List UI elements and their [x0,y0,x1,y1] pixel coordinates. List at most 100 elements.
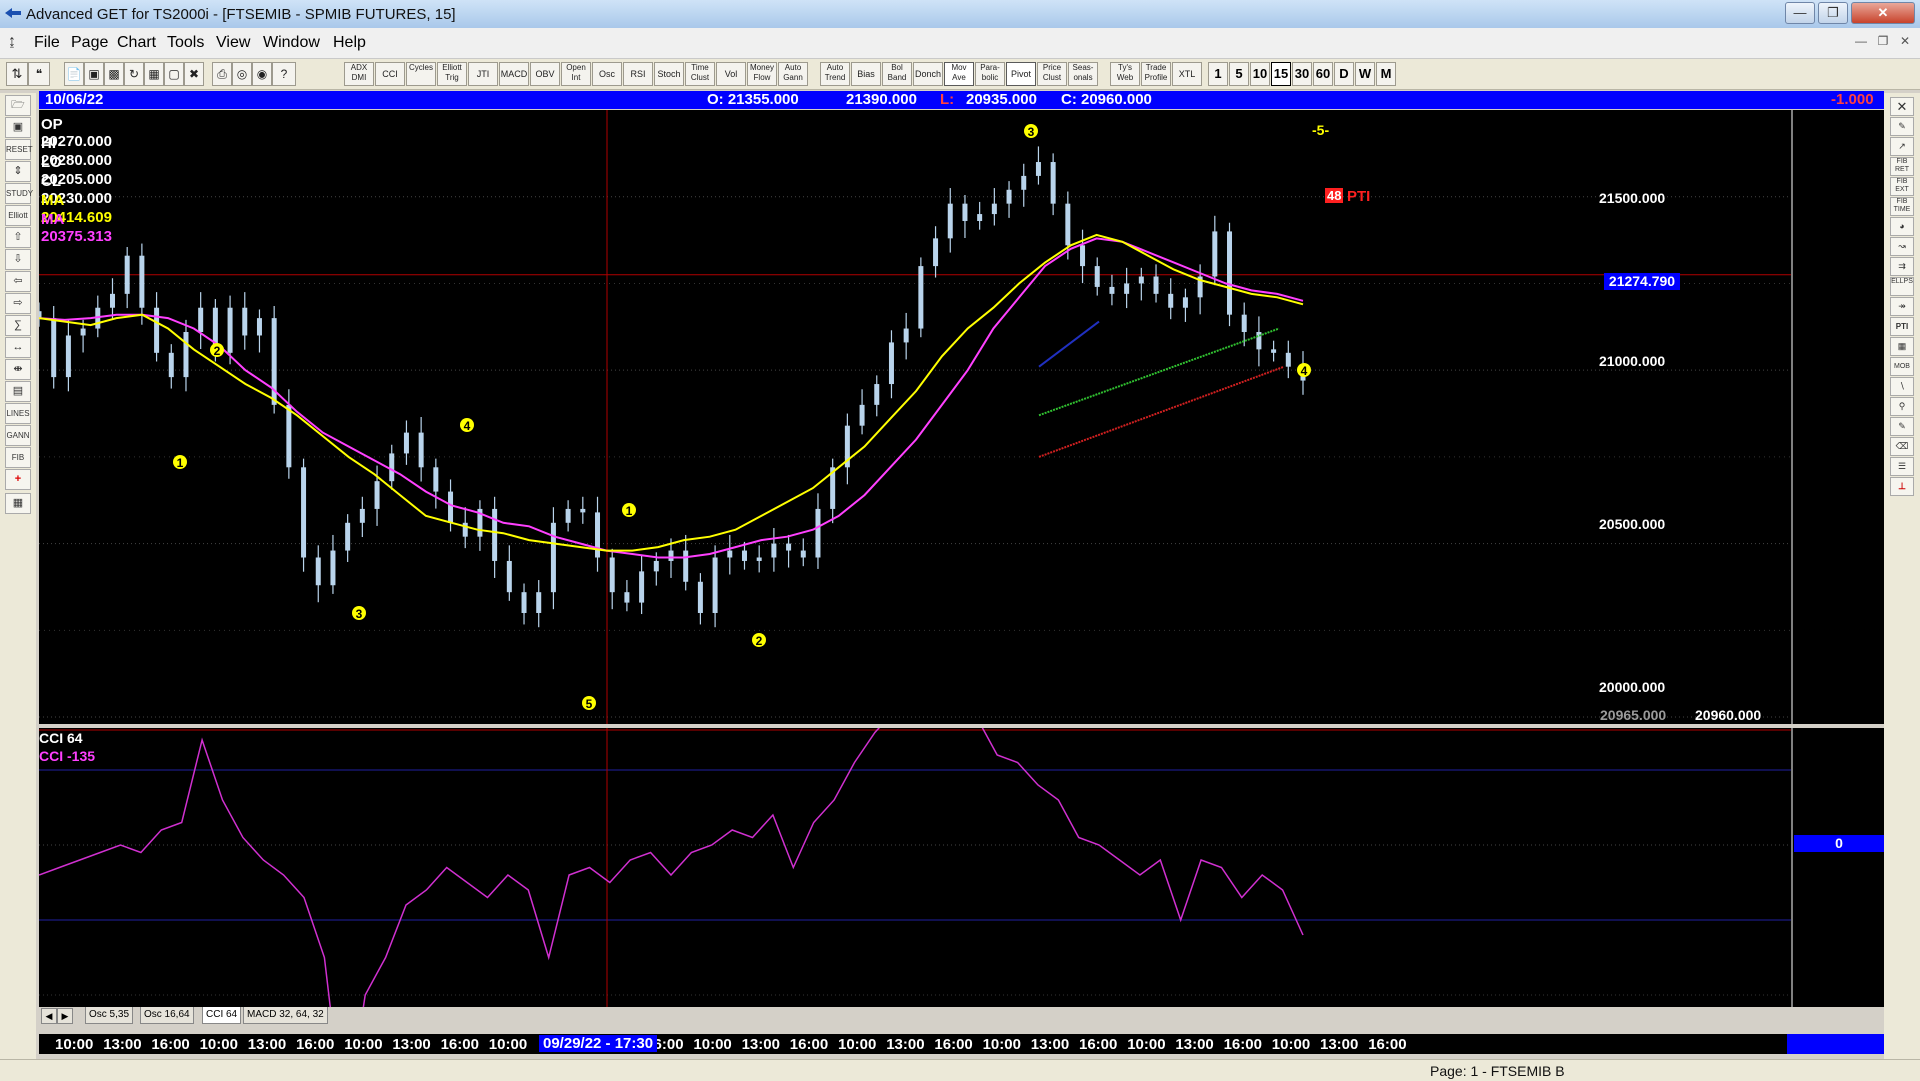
timeframe-button-w[interactable]: W [1355,62,1375,86]
study-button-open-int[interactable]: Open Int [561,62,591,86]
zoom-icon[interactable]: ⚲ [1890,397,1914,416]
reset-icon[interactable]: RESET [5,139,33,160]
cci-chart[interactable] [39,728,1884,1007]
study-button-para-bolic[interactable]: Para-bolic [975,62,1005,86]
arrow-right-icon[interactable]: ⇨ [5,293,31,314]
cross-cursor-icon[interactable]: ✕ [1890,97,1914,116]
grid-lines-icon[interactable]: ▤ [5,381,31,402]
close-button[interactable]: ✕ [1851,2,1915,24]
regression-icon[interactable]: ∖ [1890,377,1914,396]
study-button-bias[interactable]: Bias [851,62,881,86]
study-button-pivot[interactable]: Pivot [1006,62,1036,86]
menu-help[interactable]: Help [333,34,366,52]
menu-window[interactable]: Window [263,34,320,52]
study-button-ty-s-web[interactable]: Ty's Web [1110,62,1140,86]
save-icon[interactable]: ▩ [104,62,124,86]
compress-icon[interactable]: ▢ [164,62,184,86]
bars-icon[interactable]: ⇕ [5,161,31,182]
timeframe-button-30[interactable]: 30 [1292,62,1312,86]
trend-icon[interactable]: ↗ [1890,137,1914,156]
grid-icon[interactable]: ▦ [144,62,164,86]
study-button-rsi[interactable]: RSI [623,62,653,86]
mdi-close-icon[interactable]: ✕ [1896,34,1914,50]
gann-fan-icon[interactable]: ↠ [1890,297,1914,316]
color-icon[interactable]: ◉ [252,62,272,86]
timeframe-button-d[interactable]: D [1334,62,1354,86]
study-icon[interactable]: STUDY [5,183,33,204]
maximize-button[interactable]: ❐ [1818,2,1848,24]
expand-icon[interactable]: ↔ [5,337,31,358]
menu-view[interactable]: View [216,34,250,52]
tab-cci-64[interactable]: CCI 64 [202,1007,242,1024]
arrow-left-icon[interactable]: ⇦ [5,271,31,292]
alert-icon[interactable]: ⊥ [1890,477,1914,496]
study-button-time-clust[interactable]: Time Clust [685,62,715,86]
study-button-stoch[interactable]: Stoch [654,62,684,86]
timeframe-button-1[interactable]: 1 [1208,62,1228,86]
folder-icon[interactable]: 🗁 [5,95,31,116]
print-icon[interactable]: ⎙ [212,62,232,86]
fib-icon[interactable]: FIB [5,447,31,468]
cursor-tool-icon[interactable]: ⇅ [6,62,28,86]
tab-macd[interactable]: MACD 32, 64, 32 [243,1007,328,1024]
study-button-cci[interactable]: CCI [375,62,405,86]
timeframe-button-m[interactable]: M [1376,62,1396,86]
study-button-money-flow[interactable]: Money Flow [747,62,777,86]
study-button-vol[interactable]: Vol [716,62,746,86]
timeframe-button-15[interactable]: 15 [1271,62,1291,86]
mdi-restore-icon[interactable]: ❐ [1874,34,1892,50]
crosshair-icon[interactable]: + [5,469,31,490]
study-button-obv[interactable]: OBV [530,62,560,86]
mdi-minimize-icon[interactable]: — [1852,34,1870,50]
price-chart-panel[interactable]: 214315234 OP 20270.000 HI 20280.000 LO 202… [39,110,1884,724]
tab-scroll-left-icon[interactable]: ◀ [41,1008,57,1024]
oscillator-panel[interactable]: CCI 64 CCI -135 0 [39,728,1884,1007]
tab-scroll-right-icon[interactable]: ▶ [57,1008,73,1024]
refresh-icon[interactable]: ↻ [124,62,144,86]
fib-ext-icon[interactable]: FIB EXT [1890,177,1914,196]
menu-file[interactable]: File [34,34,60,52]
close-chart-icon[interactable]: ✖ [184,62,204,86]
study-button-adx-dmi[interactable]: ADX DMI [344,62,374,86]
camera-icon[interactable]: ▣ [5,117,31,138]
channel-icon[interactable]: ⇉ [1890,257,1914,276]
open-icon[interactable]: ▣ [84,62,104,86]
elliott-icon[interactable]: Elliott [5,205,31,226]
new-page-icon[interactable]: 📄 [64,62,84,86]
study-button-auto-gann[interactable]: Auto Gann [778,62,808,86]
list-icon[interactable]: ☰ [1890,457,1914,476]
study-button-xtl[interactable]: XTL [1172,62,1202,86]
study-button-cycles[interactable]: Cycles [406,62,436,86]
study-button-trade-profile[interactable]: Trade Profile [1141,62,1171,86]
minimize-button[interactable]: — [1785,2,1815,24]
pen-icon[interactable]: ✎ [1890,117,1914,136]
timeframe-button-10[interactable]: 10 [1250,62,1270,86]
lines-icon[interactable]: LINES [5,403,31,424]
table-icon[interactable]: ▦ [1890,337,1914,356]
bulb-icon[interactable]: ◎ [232,62,252,86]
fib-time-icon[interactable]: FIB TIME [1890,197,1914,216]
study-button-price-clust[interactable]: Price Clust [1037,62,1067,86]
help-icon[interactable]: ? [272,62,296,86]
study-button-osc[interactable]: Osc [592,62,622,86]
quote-tool-icon[interactable]: ❝ [28,62,50,86]
paint-icon[interactable]: ✎ [1890,417,1914,436]
fan-icon[interactable]: ↝ [1890,237,1914,256]
mob-icon[interactable]: MOB [1890,357,1914,376]
study-button-bol-band[interactable]: Bol Band [882,62,912,86]
ellipse-icon[interactable]: ELLPS [1890,277,1914,296]
study-button-donch[interactable]: Donch [913,62,943,86]
menu-chart[interactable]: Chart [117,34,156,52]
menu-tools[interactable]: Tools [167,34,204,52]
tab-osc-16-64[interactable]: Osc 16,64 [140,1007,194,1024]
study-button-jti[interactable]: JTI [468,62,498,86]
study-button-auto-trend[interactable]: Auto Trend [820,62,850,86]
study-button-macd[interactable]: MACD [499,62,529,86]
eraser-icon[interactable]: ⌫ [1890,437,1914,456]
study-button-seas-onals[interactable]: Seas-onals [1068,62,1098,86]
bar-spacing-icon[interactable]: ∑ [5,315,31,336]
study-button-elliott-trig[interactable]: Elliott Trig [437,62,467,86]
compress-bars-icon[interactable]: ⇼ [5,359,31,380]
report-icon[interactable]: ▦ [5,493,31,514]
arrow-up-icon[interactable]: ⇧ [5,227,31,248]
